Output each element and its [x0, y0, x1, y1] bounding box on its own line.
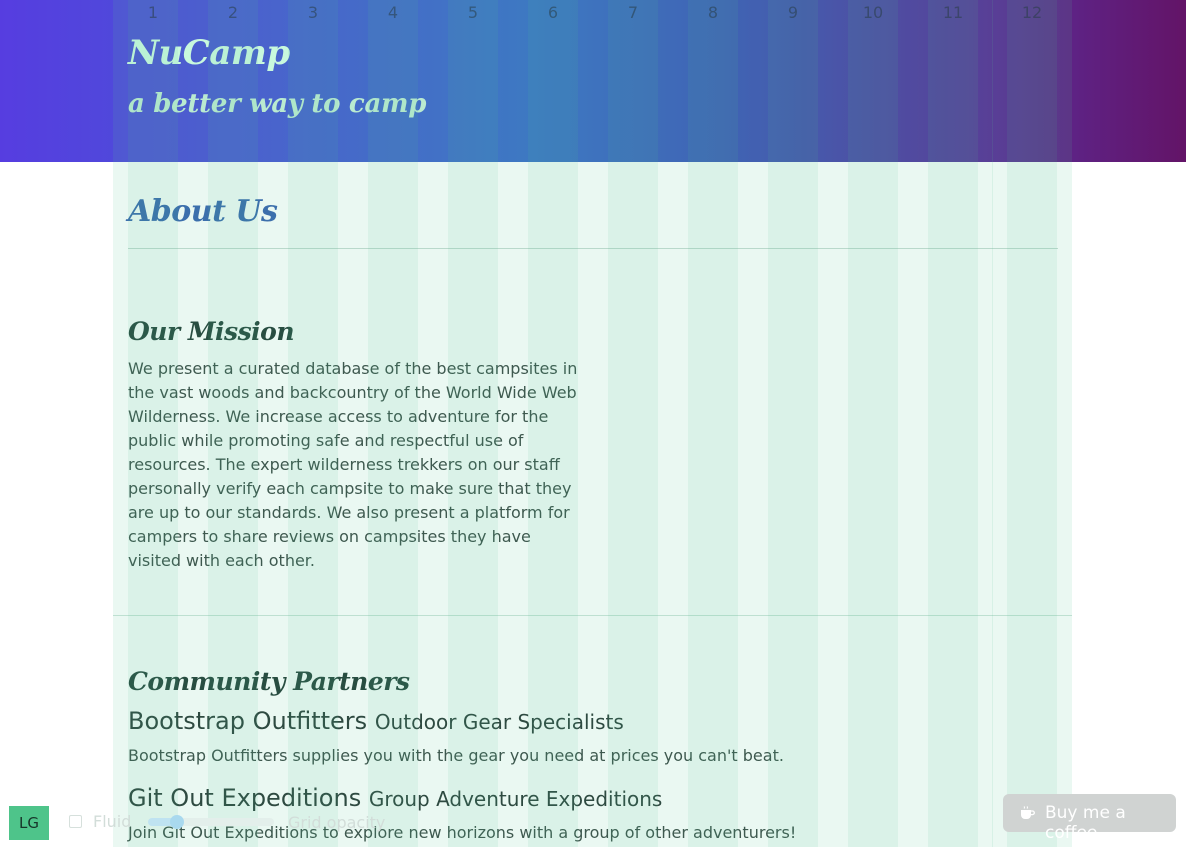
partner-title: Bootstrap Outfitters [128, 707, 375, 735]
breakpoint-badge: LG [9, 806, 49, 840]
partner-subtitle: Outdoor Gear Specialists [374, 710, 624, 734]
coffee-cup-icon [1021, 806, 1035, 819]
partner-name: Git Out Expeditions Group Adventure Expe… [128, 784, 662, 812]
mission-heading: Our Mission [128, 317, 295, 346]
partner-subtitle: Group Adventure Expeditions [368, 787, 663, 811]
partner-title: Git Out Expeditions [128, 784, 369, 812]
brand-title[interactable]: NuCamp [128, 33, 290, 73]
site-header: NuCamp a better way to camp [0, 0, 1186, 162]
slider-handle[interactable] [170, 815, 184, 829]
coffee-label: Buy me a coffee [1045, 803, 1126, 843]
fluid-checkbox[interactable] [69, 815, 82, 828]
grid-opacity-label: Grid opacity [288, 813, 386, 832]
grid-opacity-slider[interactable] [148, 815, 274, 829]
mission-text: We present a curated database of the bes… [128, 359, 578, 570]
partners-heading: Community Partners [128, 667, 410, 696]
section-divider [113, 615, 1072, 616]
partner-name: Bootstrap Outfitters Outdoor Gear Specia… [128, 707, 624, 735]
fluid-label: Fluid [93, 812, 132, 831]
partner-description: Bootstrap Outfitters supplies you with t… [128, 746, 784, 765]
tagline: a better way to camp [128, 89, 427, 119]
page-title: About Us [128, 194, 278, 229]
title-divider [128, 248, 1058, 249]
buy-me-a-coffee-button[interactable]: Buy me a coffee [1003, 794, 1176, 843]
